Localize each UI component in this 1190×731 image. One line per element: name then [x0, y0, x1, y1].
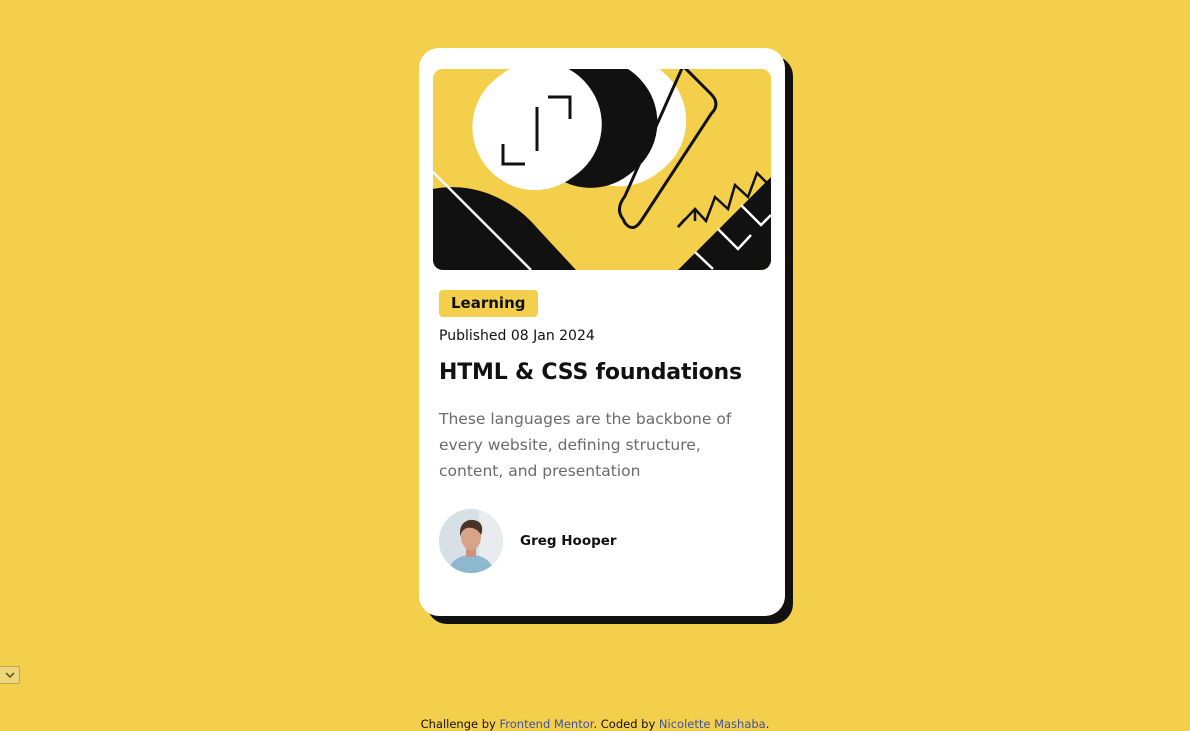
attribution-footer: Challenge by Frontend Mentor. Coded by N…	[0, 717, 1190, 731]
hero-illustration	[433, 69, 771, 270]
abstract-illustration-icon	[433, 69, 771, 270]
avatar	[439, 509, 503, 573]
card-title[interactable]: HTML & CSS foundations	[439, 360, 742, 385]
footer-middle: . Coded by	[593, 717, 656, 731]
chevron-down-icon	[4, 672, 15, 679]
published-date: Published 08 Jan 2024	[439, 328, 595, 344]
blog-preview-card: Learning Published 08 Jan 2024 HTML & CS…	[419, 48, 785, 616]
footer-prefix: Challenge by	[420, 717, 496, 731]
footer-suffix: .	[765, 717, 770, 731]
author: Greg Hooper	[439, 509, 617, 573]
frontend-mentor-link[interactable]: Frontend Mentor	[500, 717, 594, 731]
author-link[interactable]: Nicolette Mashaba	[659, 717, 766, 731]
author-name: Greg Hooper	[520, 533, 617, 549]
card-description: These languages are the backbone of ever…	[439, 410, 732, 480]
author-photo	[439, 509, 503, 573]
dropdown-toggle[interactable]	[0, 666, 20, 684]
category-tag: Learning	[439, 290, 538, 317]
